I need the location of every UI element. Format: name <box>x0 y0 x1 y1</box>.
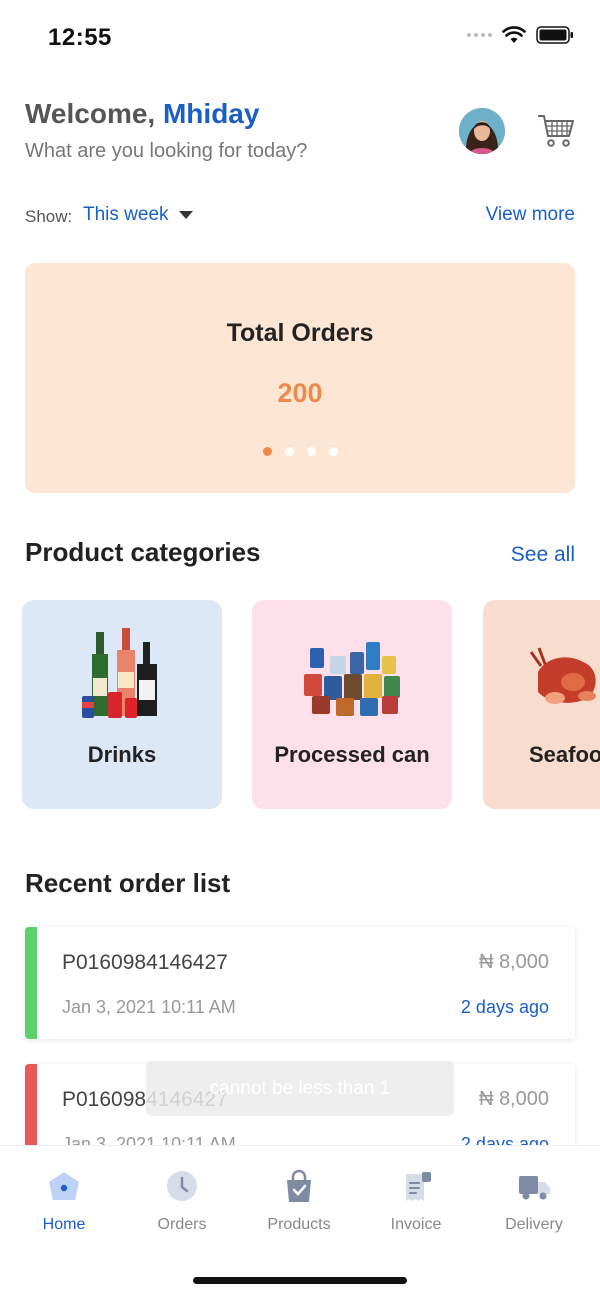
seafood-image <box>529 647 596 704</box>
caret-down-icon <box>178 211 193 219</box>
pagination-dot[interactable] <box>328 447 338 456</box>
total-orders-value: 200 <box>277 378 323 408</box>
view-more-link[interactable]: View more <box>486 204 575 226</box>
categories-title: Product categories <box>25 537 261 567</box>
battery-icon <box>536 26 573 44</box>
tab-label: Products <box>267 1216 331 1233</box>
clock-icon <box>167 1171 197 1201</box>
pagination-dot[interactable] <box>306 447 316 456</box>
cans-image <box>304 642 400 716</box>
header: Welcome, Mhiday What are you looking for… <box>25 98 575 178</box>
tab-products[interactable]: Products <box>249 1168 349 1234</box>
category-label: Processed can <box>274 742 430 767</box>
cellular-signal-icon <box>467 33 492 37</box>
order-relative-time: 2 days ago <box>460 997 549 1017</box>
tab-label: Delivery <box>505 1216 563 1233</box>
truck-icon <box>519 1176 550 1200</box>
status-bar: 12:55 <box>0 0 600 70</box>
shopping-bag-icon <box>287 1169 311 1202</box>
period-dropdown[interactable]: This week <box>83 204 193 226</box>
home-indicator[interactable] <box>193 1277 407 1284</box>
pagination-dot[interactable] <box>262 447 272 456</box>
category-card-drinks[interactable]: Drinks <box>22 600 222 809</box>
carousel-pagination <box>25 447 575 456</box>
cart-icon[interactable] <box>537 112 575 148</box>
order-amount: ₦ 8,000 <box>478 951 549 973</box>
receipt-icon <box>406 1172 431 1201</box>
category-label: Drinks <box>87 742 157 767</box>
order-date: Jan 3, 2021 10:11 AM <box>62 997 236 1017</box>
show-label: Show: <box>25 207 73 226</box>
period-value: This week <box>83 204 169 225</box>
bottom-tab-bar: Home Orders Products Invoice Delivery <box>0 1145 600 1298</box>
avatar[interactable] <box>459 108 505 154</box>
toast-message: cannot be less than 1 <box>146 1061 454 1116</box>
avatar-image <box>459 108 505 154</box>
order-card[interactable]: P0160984146427 ₦ 8,000 Jan 3, 2021 10:11… <box>25 927 575 1039</box>
tab-label: Invoice <box>390 1216 442 1233</box>
status-time: 12:55 <box>48 24 112 51</box>
order-status-bar <box>25 927 37 1039</box>
category-card-processed-can[interactable]: Processed can <box>252 600 452 809</box>
recent-orders-title: Recent order list <box>25 868 231 898</box>
tab-home[interactable]: Home <box>14 1168 114 1234</box>
home-icon <box>49 1172 79 1200</box>
status-icons <box>467 26 574 44</box>
category-label: Seafood <box>529 742 600 767</box>
see-all-link[interactable]: See all <box>511 543 575 567</box>
user-name: Mhiday <box>162 98 260 129</box>
welcome-prefix: Welcome, <box>25 98 163 129</box>
total-orders-card[interactable]: Total Orders 200 <box>25 263 575 493</box>
order-id: P0160984146427 <box>62 951 228 974</box>
tab-label: Orders <box>157 1216 207 1233</box>
total-orders-title: Total Orders <box>226 319 374 347</box>
drinks-image <box>82 628 157 718</box>
order-amount: ₦ 8,000 <box>478 1088 549 1110</box>
wifi-icon <box>502 26 526 43</box>
tab-label: Home <box>42 1216 86 1233</box>
tab-orders[interactable]: Orders <box>132 1168 232 1234</box>
category-card-seafood[interactable]: Seafood <box>483 600 600 809</box>
filter-row: Show: This week View more <box>25 203 575 231</box>
pagination-dot[interactable] <box>284 447 294 456</box>
tab-delivery[interactable]: Delivery <box>484 1168 584 1234</box>
tab-invoice[interactable]: Invoice <box>366 1168 466 1234</box>
